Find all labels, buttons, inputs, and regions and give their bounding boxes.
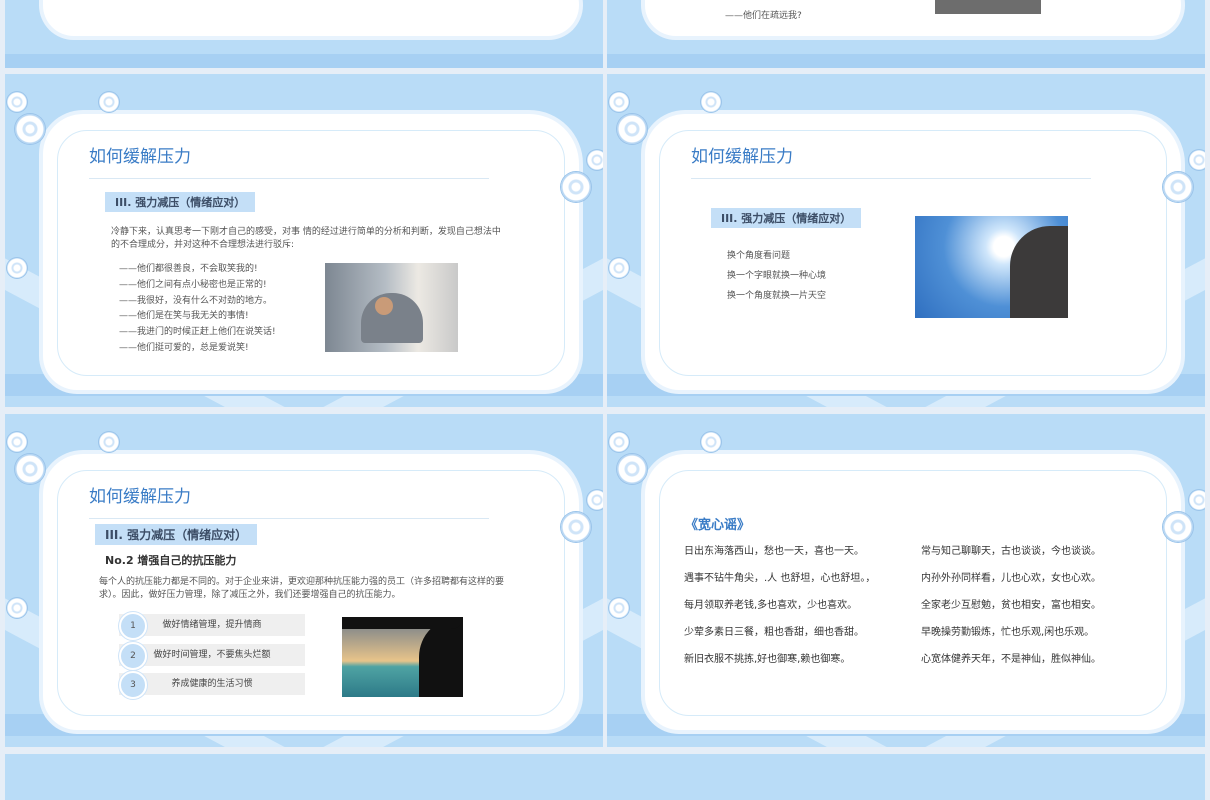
- slide-card: [43, 0, 579, 36]
- poem-line: 少荤多素日三餐，粗也香甜，细也香甜。: [684, 627, 864, 638]
- flower-icon: [701, 92, 721, 112]
- poem-line: 新旧衣服不挑拣,好也御寒,赖也御寒。: [684, 654, 851, 665]
- flower-icon: [1163, 172, 1193, 202]
- poem-line: 遇事不钻牛角尖，.人 也舒坦，心也舒坦。，: [684, 573, 876, 584]
- subtitle: No.2 增强自己的抗压能力: [105, 554, 237, 567]
- list-item: 换一个角度就换一片天空: [727, 291, 827, 301]
- flower-icon: [15, 114, 45, 144]
- slide-title: 如何缓解压力: [89, 147, 191, 167]
- flower-icon: [609, 598, 629, 618]
- list-item: ——我进门的时候正赶上他们在说笑话!: [119, 327, 276, 337]
- title-divider: [691, 178, 1091, 179]
- slide-title: 如何缓解压力: [691, 147, 793, 167]
- poem-line: 全家老少互慰勉，贫也相安，富也相安。: [921, 600, 1101, 611]
- poem-line: 每月领取养老钱,多也喜欢，少也喜欢。: [684, 600, 858, 611]
- flower-icon: [701, 432, 721, 452]
- slide-top-left: [5, 0, 603, 68]
- flower-icon: [1163, 512, 1193, 542]
- list-item: 换个角度看问题: [727, 251, 791, 261]
- poem-line: 内孙外孙同样看，儿也心欢，女也心欢。: [921, 573, 1101, 584]
- list-item: ——他们都很善良，不会取笑我的!: [119, 264, 258, 274]
- slide-card: [645, 454, 1181, 730]
- section-tag: III. 强力减压（情绪应对）: [95, 524, 258, 545]
- slide-text-line: ——他们在疏远我?: [725, 11, 802, 21]
- flower-icon: [587, 150, 603, 170]
- flower-icon: [1189, 150, 1205, 170]
- poem-title: 《宽心谣》: [685, 518, 751, 533]
- photo-climber: [342, 617, 463, 697]
- flower-icon: [7, 432, 27, 452]
- flower-icon: [15, 454, 45, 484]
- list-item: ——他们之间有点小秘密也是正常的!: [119, 280, 267, 290]
- list-item: ——我很好，没有什么不对劲的地方。: [119, 296, 273, 306]
- flower-icon: [587, 490, 603, 510]
- photo-sky-sun: [915, 216, 1068, 318]
- slide-title: 如何缓解压力: [89, 487, 191, 507]
- paragraph: 冷静下来，认真思考一下刚才自己的感受，对事 情的经过进行简单的分析和判断，发现自…: [111, 227, 501, 250]
- slide-bottom-partial: [5, 754, 1205, 800]
- list-item: 换一个字眼就换一种心境: [727, 271, 827, 281]
- paragraph: 每个人的抗压能力都是不同的。对于企业来讲，更欢迎那种抗压能力强的员工（许多招聘都…: [99, 577, 505, 600]
- number-badge: 3: [119, 671, 147, 699]
- title-divider: [89, 178, 489, 179]
- poem-line: 心宽体健养天年，不是神仙，胜似神仙。: [921, 654, 1101, 665]
- section-tag: III. 强力减压（情绪应对）: [711, 208, 862, 228]
- flower-icon: [609, 258, 629, 278]
- flower-icon: [561, 172, 591, 202]
- number-badge: 1: [119, 612, 147, 640]
- slide-2: 如何缓解压力 III. 强力减压（情绪应对） 换个角度看问题 换一个字眼就换一种…: [607, 74, 1205, 407]
- flower-icon: [1189, 490, 1205, 510]
- flower-icon: [561, 512, 591, 542]
- flower-icon: [617, 454, 647, 484]
- slide-top-right: ——他们在疏远我?: [607, 0, 1205, 68]
- flower-icon: [99, 432, 119, 452]
- poem-line: 日出东海落西山，愁也一天，喜也一天。: [684, 546, 864, 557]
- photo-relaxing-man: [325, 263, 458, 352]
- poem-line: 常与知己聊聊天，古也谈谈，今也谈谈。: [921, 546, 1101, 557]
- flower-icon: [99, 92, 119, 112]
- decor-band: [607, 54, 1205, 68]
- number-badge: 2: [119, 642, 147, 670]
- slide-4: 《宽心谣》 日出东海落西山，愁也一天，喜也一天。 遇事不钻牛角尖，.人 也舒坦，…: [607, 414, 1205, 747]
- list-item: ——他们挺可爱的，总是爱说笑!: [119, 343, 249, 353]
- section-tag: III. 强力减压（情绪应对）: [105, 192, 256, 212]
- flower-icon: [609, 432, 629, 452]
- poem-line: 早晚操劳勤锻炼，忙也乐观,闲也乐观。: [921, 627, 1095, 638]
- title-divider: [89, 518, 489, 519]
- slide-3: 如何缓解压力 III. 强力减压（情绪应对） No.2 增强自己的抗压能力 每个…: [5, 414, 603, 747]
- flower-icon: [617, 114, 647, 144]
- slide-1: 如何缓解压力 III. 强力减压（情绪应对） 冷静下来，认真思考一下刚才自己的感…: [5, 74, 603, 407]
- list-item: ——他们是在笑与我无关的事情!: [119, 311, 249, 321]
- flower-icon: [7, 598, 27, 618]
- decor-band: [5, 54, 603, 68]
- flower-icon: [7, 92, 27, 112]
- flower-icon: [7, 258, 27, 278]
- photo: [935, 0, 1041, 14]
- flower-icon: [609, 92, 629, 112]
